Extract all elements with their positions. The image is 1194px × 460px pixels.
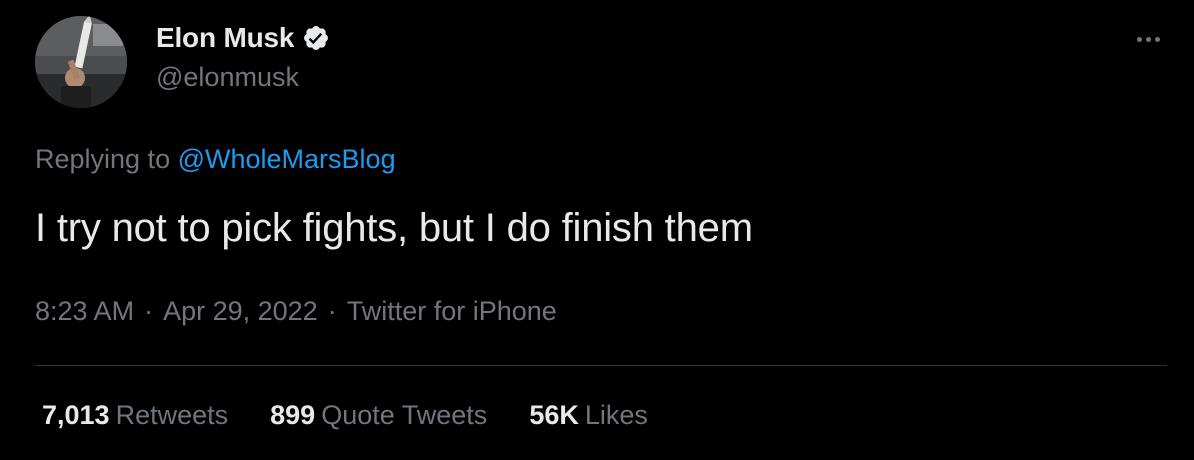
tweet-time[interactable]: 8:23 AM <box>35 296 134 326</box>
tweet-date[interactable]: Apr 29, 2022 <box>163 296 318 326</box>
tweet-meta: 8:23 AM · Apr 29, 2022 · Twitter for iPhone <box>35 296 557 327</box>
stat-retweets[interactable]: 7,013 Retweets <box>42 400 228 431</box>
tweet-card: Elon Musk @elonmusk Replying to @WholeMa… <box>0 0 1194 460</box>
stat-quote-tweets[interactable]: 899 Quote Tweets <box>270 400 487 431</box>
stat-value: 7,013 <box>42 400 110 430</box>
replying-prefix: Replying to <box>35 144 171 174</box>
author-display-name[interactable]: Elon Musk <box>156 22 294 54</box>
tweet-source[interactable]: Twitter for iPhone <box>347 296 557 326</box>
stat-label: Likes <box>584 400 648 430</box>
meta-separator: · <box>144 296 154 326</box>
tweet-text: I try not to pick fights, but I do finis… <box>35 206 753 250</box>
profile-photo <box>35 16 127 108</box>
more-horizontal-icon[interactable] <box>1128 24 1168 54</box>
author-handle[interactable]: @elonmusk <box>156 62 299 93</box>
divider <box>35 365 1167 366</box>
tweet-stats: 7,013 Retweets 899 Quote Tweets 56K Likes <box>42 400 690 431</box>
verified-badge-icon <box>302 24 330 52</box>
reply-mention-link[interactable]: @WholeMarsBlog <box>178 144 396 174</box>
more-dot <box>1145 36 1151 42</box>
stat-value: 56K <box>529 400 579 430</box>
stat-label: Retweets <box>115 400 229 430</box>
more-dot <box>1154 36 1160 42</box>
stat-label: Quote Tweets <box>321 400 488 430</box>
stat-value: 899 <box>270 400 316 430</box>
author-name-row: Elon Musk <box>156 20 330 56</box>
stat-likes[interactable]: 56K Likes <box>529 400 648 431</box>
more-dot <box>1136 36 1142 42</box>
replying-to: Replying to @WholeMarsBlog <box>35 144 396 175</box>
meta-separator: · <box>327 296 337 326</box>
avatar[interactable] <box>35 16 127 108</box>
